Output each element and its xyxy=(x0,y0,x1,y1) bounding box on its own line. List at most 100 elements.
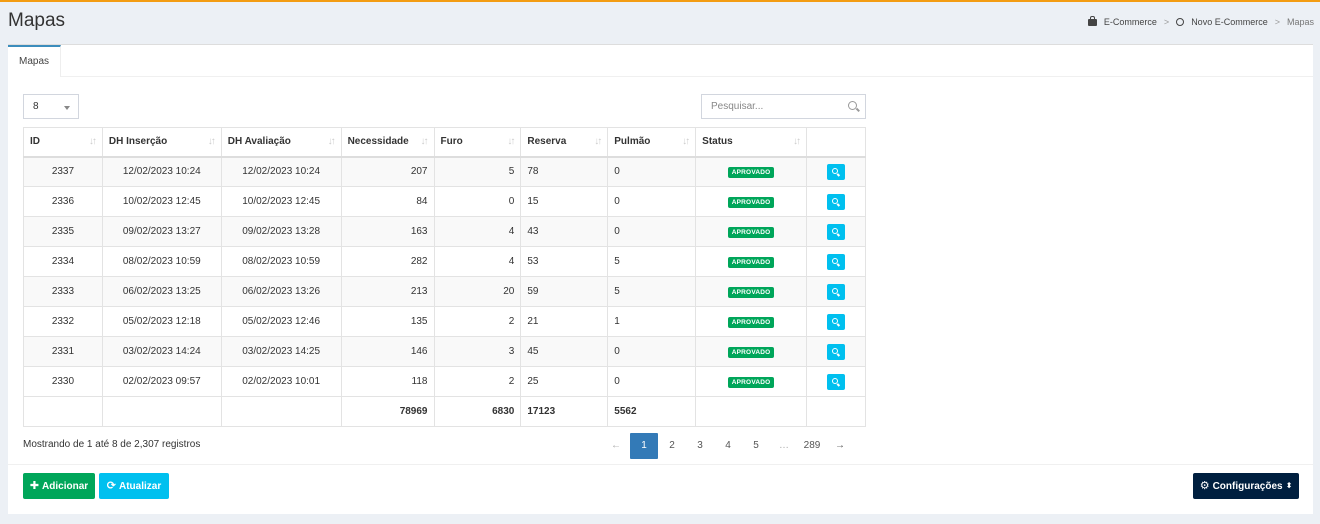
table-cell: 59 xyxy=(520,276,609,307)
caret-down-icon xyxy=(64,106,70,110)
table-cell: 282 xyxy=(340,246,435,277)
pagination-page-1[interactable]: 1 xyxy=(630,433,658,459)
table-cell: 2 xyxy=(433,306,522,337)
table-cell: 118 xyxy=(340,366,435,397)
table-cell: 25 xyxy=(520,366,609,397)
table-cell: 05/02/2023 12:46 xyxy=(220,306,342,337)
table-cell: 03/02/2023 14:25 xyxy=(220,336,342,367)
status-badge: APROVADO xyxy=(727,376,775,388)
shopping-bag-icon xyxy=(1087,15,1097,26)
table-cell: 12/02/2023 10:24 xyxy=(101,156,222,187)
refresh-icon: ⟳ xyxy=(106,479,116,492)
table-cell: 4 xyxy=(433,246,522,277)
table-row: 2337 12/02/2023 10:24 12/02/2023 10:24 207 5… xyxy=(23,156,866,187)
settings-button[interactable]: ⚙ Configurações ⬍ xyxy=(1193,473,1299,499)
table-cell: 02/02/2023 10:01 xyxy=(220,366,342,397)
pagination-page-3[interactable]: 3 xyxy=(686,433,714,459)
table-cell: 05/02/2023 12:18 xyxy=(101,306,222,337)
table-cell: 2332 xyxy=(23,306,103,337)
table-cell: 0 xyxy=(607,336,697,367)
table-cell: 2 xyxy=(433,366,522,397)
table-cell: 0 xyxy=(607,186,697,217)
status-badge: APROVADO xyxy=(727,196,775,208)
table-cell: 09/02/2023 13:27 xyxy=(101,216,222,247)
table-cell: 15 xyxy=(520,186,609,217)
table-row: 2334 08/02/2023 10:59 08/02/2023 10:59 282 4… xyxy=(23,246,866,277)
pagination-page-4[interactable]: 4 xyxy=(714,433,742,459)
table-row: 2333 06/02/2023 13:25 06/02/2023 13:26 213 2… xyxy=(23,276,866,307)
sort-icon: ↓↑ xyxy=(793,136,801,147)
table-cell: 213 xyxy=(340,276,435,307)
actions-cell xyxy=(806,306,866,337)
search-input[interactable] xyxy=(702,95,842,118)
table-cell: 0 xyxy=(607,156,697,187)
add-button[interactable]: ✚ Adicionar xyxy=(23,473,95,499)
view-button[interactable] xyxy=(827,163,845,180)
breadcrumb: E-Commerce > Novo E-Commerce > Mapas xyxy=(1087,15,1314,27)
table-cell: 1 xyxy=(607,306,697,337)
table-cell: 5 xyxy=(607,246,697,277)
breadcrumb-item-novo-ecommerce[interactable]: Novo E-Commerce xyxy=(1191,17,1268,27)
pagination-page-5[interactable]: 5 xyxy=(742,433,770,459)
plus-icon: ✚ xyxy=(29,479,40,492)
column-header-necessidade[interactable]: Necessidade ↓↑ xyxy=(340,127,435,158)
view-button[interactable] xyxy=(827,313,845,330)
column-header-status[interactable]: Status ↓↑ xyxy=(695,127,808,158)
view-button[interactable] xyxy=(827,373,845,390)
column-header-reserva[interactable]: Reserva ↓↑ xyxy=(520,127,609,158)
table-cell: 5 xyxy=(607,276,697,307)
sort-icon: ↓↑ xyxy=(327,136,336,147)
view-button[interactable] xyxy=(827,193,845,210)
table-cell: 163 xyxy=(340,216,435,247)
table-cell: 53 xyxy=(520,246,609,277)
table-cell: 2336 xyxy=(23,186,103,217)
status-badge: APROVADO xyxy=(727,256,775,268)
column-header-actions xyxy=(806,127,866,158)
mapas-table: ID ↓↑ DH Inserção ↓↑ DH Avaliação ↓↑ Necess… xyxy=(23,127,866,427)
view-button[interactable] xyxy=(827,223,845,240)
actions-cell xyxy=(806,336,866,367)
column-header-id[interactable]: ID ↓↑ xyxy=(23,127,103,158)
column-header-dh-insercao[interactable]: DH Inserção ↓↑ xyxy=(101,127,222,158)
table-cell: 2334 xyxy=(23,246,103,277)
refresh-button[interactable]: ⟳ Atualizar xyxy=(99,473,169,499)
sort-icon: ↓↑ xyxy=(88,136,97,147)
table-cell: 4 xyxy=(433,216,522,247)
column-header-pulmao[interactable]: Pulmão ↓↑ xyxy=(607,127,697,158)
view-button[interactable] xyxy=(827,283,845,300)
total-cell: 5562 xyxy=(607,396,697,427)
view-button[interactable] xyxy=(827,343,845,360)
tab-mapas[interactable]: Mapas xyxy=(8,45,61,77)
table-cell: 06/02/2023 13:25 xyxy=(101,276,222,307)
column-header-furo[interactable]: Furo ↓↑ xyxy=(433,127,522,158)
pagination-page-last[interactable]: 289 xyxy=(798,433,826,459)
table-cell: 09/02/2023 13:28 xyxy=(220,216,342,247)
table-cell: 2331 xyxy=(23,336,103,367)
pagination-prev[interactable]: ← xyxy=(602,433,630,459)
page-header: Mapas E-Commerce > Novo E-Commerce > Map… xyxy=(0,2,1320,42)
pagination-page-2[interactable]: 2 xyxy=(658,433,686,459)
table-cell: 78 xyxy=(520,156,609,187)
total-cell: 6830 xyxy=(433,396,522,427)
actions-cell xyxy=(806,186,866,217)
page-title: Mapas xyxy=(8,10,66,31)
status-badge: APROVADO xyxy=(727,286,775,298)
sort-icon: ↓↑ xyxy=(420,136,429,147)
table-cell: 3 xyxy=(433,336,522,367)
breadcrumb-item-ecommerce[interactable]: E-Commerce xyxy=(1104,17,1157,27)
page-length-select[interactable]: 8 xyxy=(23,94,79,119)
empty-cell xyxy=(220,396,342,427)
pagination-next[interactable]: → xyxy=(826,433,854,459)
column-header-dh-avaliacao[interactable]: DH Avaliação ↓↑ xyxy=(220,127,342,158)
pagination-ellipsis: … xyxy=(779,440,789,451)
totals-row: 78969 6830 17123 5562 xyxy=(23,396,866,427)
view-button[interactable] xyxy=(827,253,845,270)
total-cell: 17123 xyxy=(520,396,609,427)
sort-icon: ↓↑ xyxy=(594,136,602,147)
status-cell: APROVADO xyxy=(695,156,808,187)
sort-icon: ↓↑ xyxy=(207,136,216,147)
table-row: 2330 02/02/2023 09:57 02/02/2023 10:01 118 2… xyxy=(23,366,866,397)
table-cell: 0 xyxy=(607,366,697,397)
actions-cell xyxy=(806,216,866,247)
search-icon xyxy=(848,101,857,110)
